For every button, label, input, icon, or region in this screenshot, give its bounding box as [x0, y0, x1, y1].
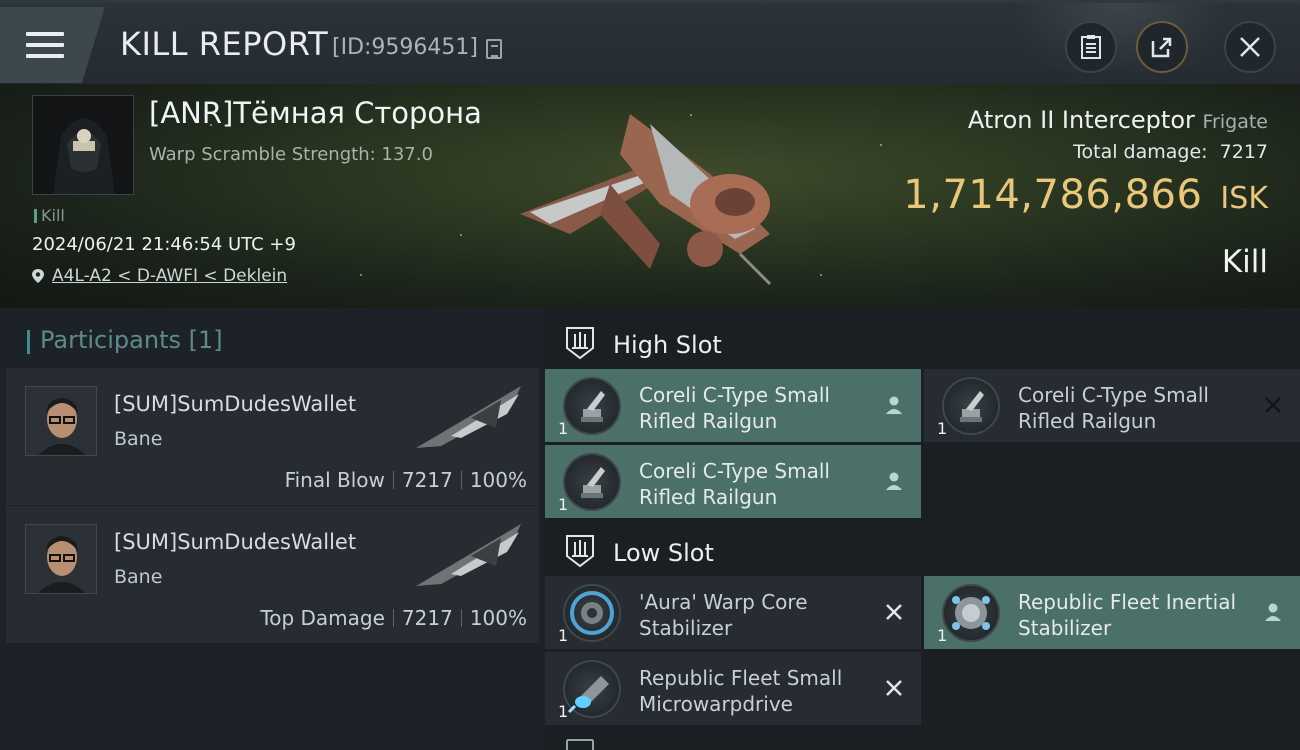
- page-title: KILL REPORT: [120, 25, 329, 63]
- kill-result: Kill: [1221, 244, 1268, 280]
- ship-name-text: Atron II Interceptor: [967, 106, 1195, 134]
- module-name: Coreli C-Type Small Rifled Railgun: [639, 383, 830, 433]
- participant-ship: Bane: [114, 566, 163, 588]
- module-name: Coreli C-Type Small Rifled Railgun: [1018, 383, 1209, 433]
- hamburger-menu-icon[interactable]: [26, 32, 64, 60]
- copy-id-icon[interactable]: [486, 39, 502, 59]
- participants-title: Participants [1]: [27, 326, 223, 354]
- victim-name[interactable]: [ANR]Тёмная Сторона: [149, 96, 482, 130]
- fitting-panel: High Slot 1 Coreli C-Type Small Rifled R…: [545, 308, 1300, 750]
- participant-name[interactable]: [SUM]SumDudesWallet: [114, 392, 356, 416]
- header-bar: KILL REPORT [ID:9596451]: [0, 0, 1300, 84]
- participant-card[interactable]: [SUM]SumDudesWallet Bane Top Damage 7217 1…: [6, 506, 539, 643]
- person-icon: [886, 472, 902, 490]
- close-button[interactable]: [1224, 21, 1276, 73]
- participant-damage: 7217: [401, 468, 453, 492]
- module-low-1[interactable]: 1 'Aura' Warp Core Stabilizer: [545, 576, 921, 649]
- high-slot-icon: [566, 327, 594, 360]
- participant-ship: Bane: [114, 428, 163, 450]
- module-quantity: 1: [558, 419, 569, 438]
- victim-portrait[interactable]: [32, 95, 134, 195]
- person-icon: [1265, 603, 1281, 621]
- participant-stats: Top Damage 7217 100%: [260, 606, 527, 630]
- menu-button[interactable]: [0, 7, 105, 83]
- low-slot-label: Low Slot: [613, 539, 714, 567]
- planet-backdrop: [1010, 3, 1230, 73]
- participant-damage: 7217: [401, 606, 453, 630]
- participant-role: Top Damage: [260, 606, 385, 630]
- x-icon: [1265, 397, 1281, 413]
- isk-value: 1,714,786,866 ISK: [903, 172, 1268, 218]
- module-quantity: 1: [937, 626, 948, 645]
- participants-panel: Participants [1] [SUM]SumDudesWallet Ban…: [0, 308, 545, 750]
- share-button[interactable]: [1136, 21, 1188, 73]
- close-icon: [1240, 37, 1260, 57]
- module-quantity: 1: [558, 702, 569, 721]
- module-low-2[interactable]: 1 Republic Fleet Inertial Stabilizer: [924, 576, 1300, 649]
- isk-amount: 1,714,786,866: [903, 172, 1203, 218]
- module-high-2[interactable]: 1 Coreli C-Type Small Rifled Railgun: [924, 369, 1300, 442]
- clipboard-icon: [1081, 35, 1101, 59]
- kill-id: [ID:9596451]: [332, 35, 478, 60]
- victim-ship-image[interactable]: [510, 94, 790, 294]
- module-name: Republic Fleet Inertial Stabilizer: [1018, 590, 1237, 640]
- module-low-3[interactable]: 1 Republic Fleet Small Microwarpdrive: [545, 652, 921, 725]
- microwarpdrive-icon: [563, 660, 621, 718]
- mid-slot-icon: [566, 739, 594, 750]
- high-slot-header: High Slot: [545, 312, 1300, 372]
- location-link[interactable]: A4L-A2 < D-AWFI < Deklein: [52, 266, 287, 286]
- high-slot-label: High Slot: [613, 331, 722, 359]
- participant-ship-image[interactable]: [411, 378, 526, 458]
- person-icon: [886, 396, 902, 414]
- module-name: Coreli C-Type Small Rifled Railgun: [639, 459, 830, 509]
- kill-tag: Kill: [34, 206, 65, 225]
- total-damage-value: 7217: [1219, 141, 1268, 163]
- victim-ship-name[interactable]: Atron II Interceptor Frigate: [968, 106, 1268, 134]
- participant-percent: 100%: [469, 468, 527, 492]
- kill-location[interactable]: A4L-A2 < D-AWFI < Deklein: [32, 266, 287, 286]
- module-high-1[interactable]: 1 Coreli C-Type Small Rifled Railgun: [545, 369, 921, 442]
- module-name: Republic Fleet Small Microwarpdrive: [639, 666, 843, 716]
- report-button[interactable]: [1065, 21, 1117, 73]
- inertial-stabilizer-icon: [942, 584, 1000, 642]
- participant-avatar[interactable]: [25, 524, 97, 594]
- warp-core-stabilizer-icon: [563, 584, 621, 642]
- railgun-icon: [563, 377, 621, 435]
- low-slot-header: Low Slot: [545, 520, 1300, 580]
- x-icon: [886, 680, 902, 696]
- module-high-3[interactable]: 1 Coreli C-Type Small Rifled Railgun: [545, 445, 921, 518]
- participant-name[interactable]: [SUM]SumDudesWallet: [114, 530, 356, 554]
- module-quantity: 1: [558, 626, 569, 645]
- warp-scramble-strength: Warp Scramble Strength: 137.0: [149, 144, 433, 165]
- low-slot-icon: [566, 535, 594, 568]
- railgun-icon: [942, 377, 1000, 435]
- participants-label: Participants: [40, 326, 181, 354]
- x-icon: [886, 604, 902, 620]
- ship-class: Frigate: [1202, 111, 1268, 133]
- participant-ship-image[interactable]: [411, 516, 526, 596]
- kill-timestamp: 2024/06/21 21:46:54 UTC +9: [32, 234, 296, 255]
- module-quantity: 1: [558, 495, 569, 514]
- participant-stats: Final Blow 7217 100%: [285, 468, 527, 492]
- share-icon: [1151, 37, 1172, 58]
- module-name: 'Aura' Warp Core Stabilizer: [639, 590, 808, 640]
- isk-unit: ISK: [1220, 181, 1268, 216]
- participant-role: Final Blow: [284, 468, 385, 492]
- railgun-icon: [563, 453, 621, 511]
- total-damage-label: Total damage:: [1073, 141, 1208, 163]
- location-pin-icon: [32, 269, 44, 283]
- participant-percent: 100%: [469, 606, 527, 630]
- participant-avatar[interactable]: [25, 386, 97, 456]
- participants-count: [1]: [188, 326, 223, 354]
- participant-card[interactable]: [SUM]SumDudesWallet Bane Final Blow 7217 1…: [6, 368, 539, 505]
- total-damage: Total damage: 7217: [1073, 141, 1268, 163]
- victim-banner: [ANR]Тёмная Сторона Warp Scramble Streng…: [0, 84, 1300, 308]
- module-quantity: 1: [937, 419, 948, 438]
